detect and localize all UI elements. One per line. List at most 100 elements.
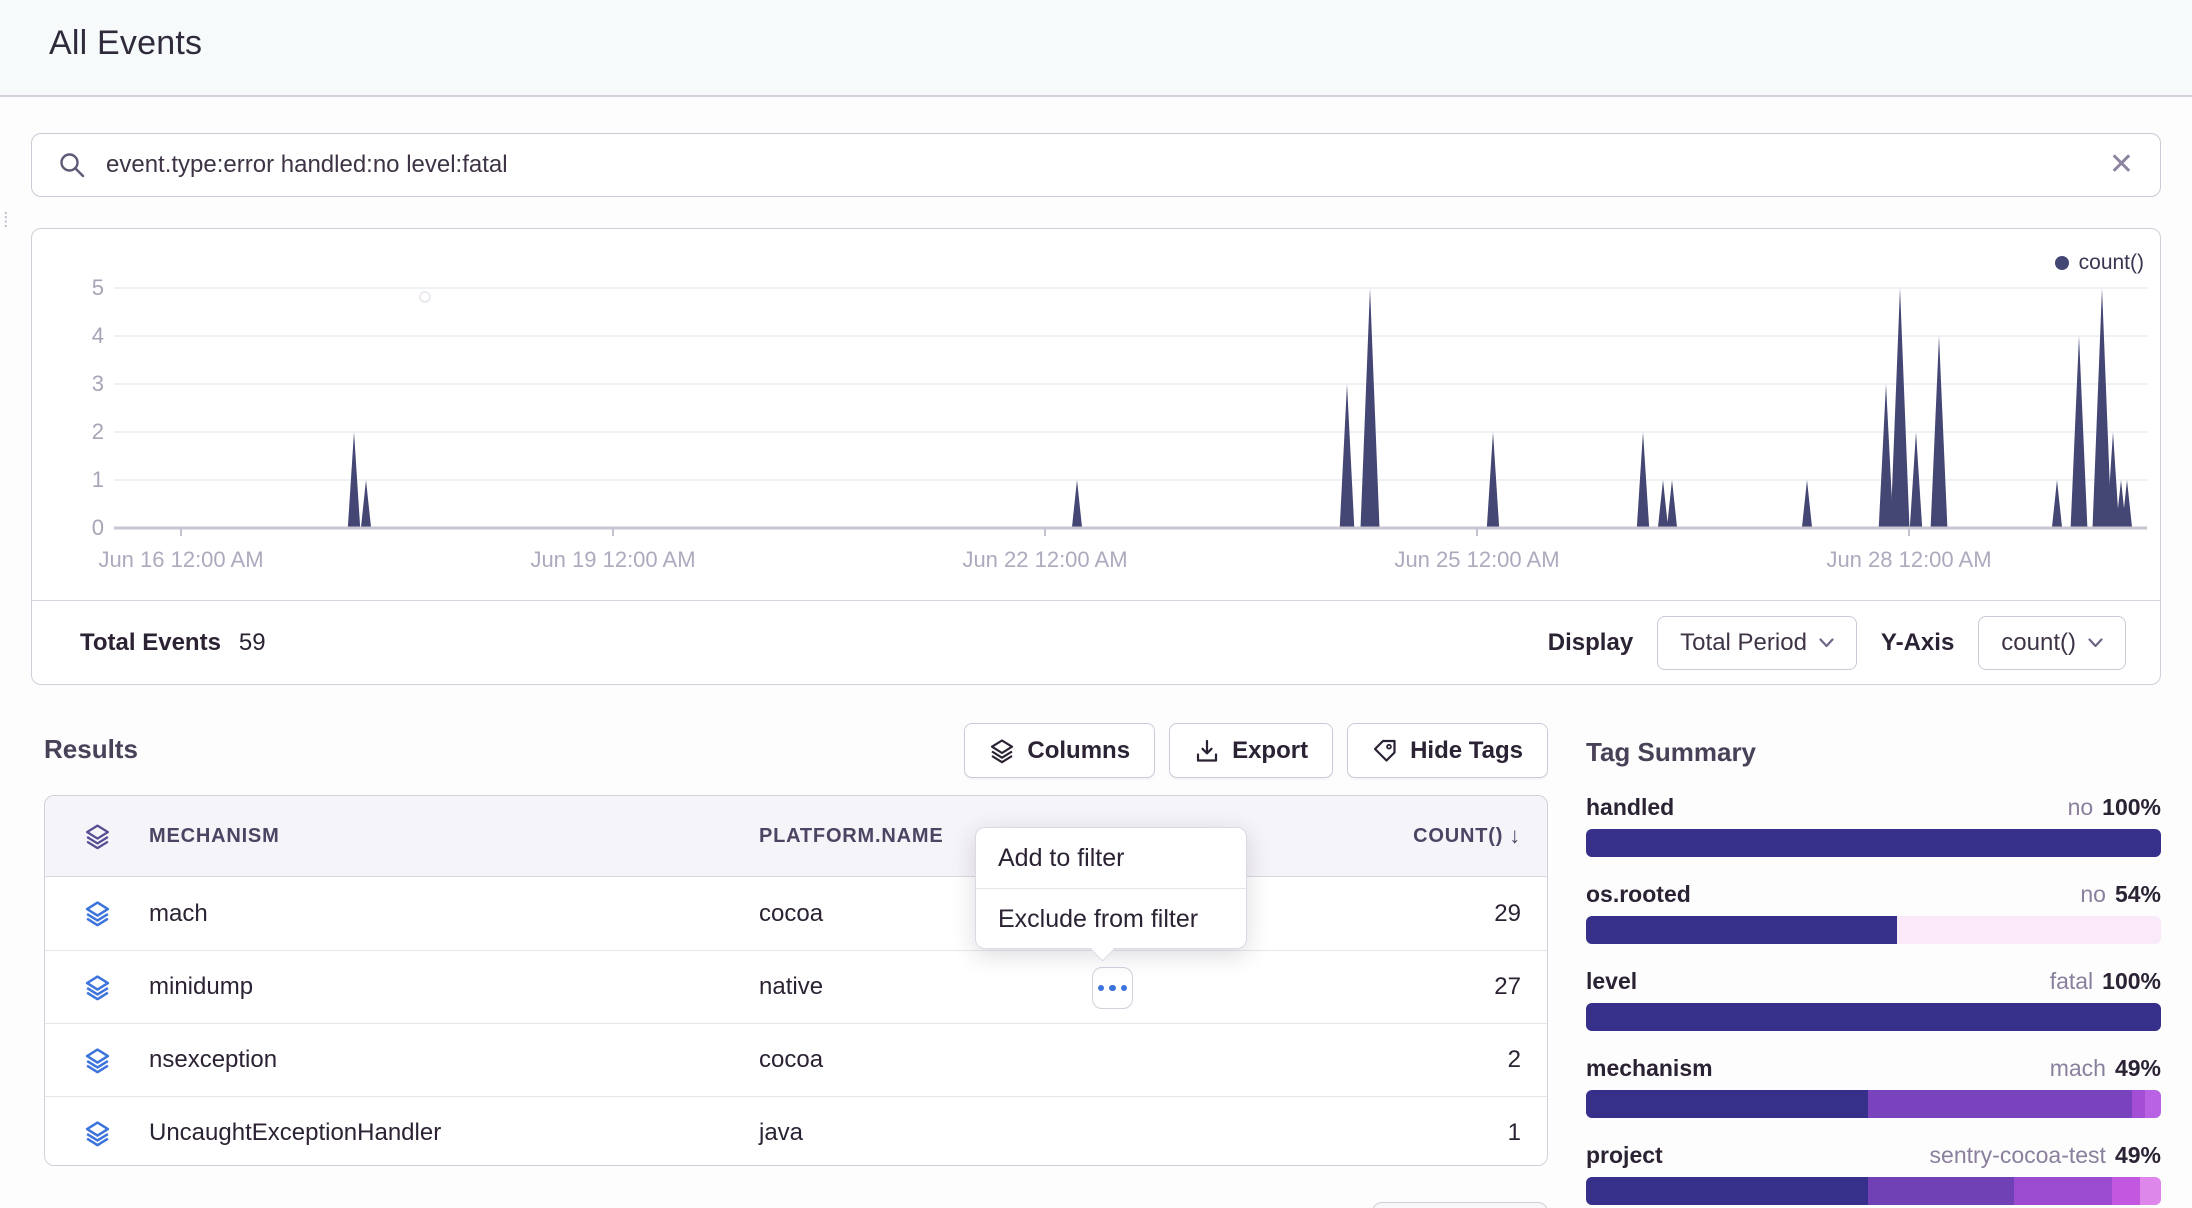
- tag-entry: project sentry-cocoa-test 49%: [1586, 1142, 2161, 1205]
- display-select[interactable]: Total Period: [1657, 616, 1857, 670]
- table-row: nsexception cocoa 2: [45, 1023, 1547, 1096]
- expand-stack-icon[interactable]: [84, 1047, 111, 1074]
- tag-entry: os.rooted no 54%: [1586, 881, 2161, 944]
- tag-bar-segment[interactable]: [1586, 1090, 1868, 1118]
- tag-top-value: no: [2068, 794, 2094, 821]
- chevron-down-icon: [2088, 638, 2103, 648]
- tag-name: handled: [1586, 794, 1674, 821]
- cell-count: 1: [1259, 1119, 1547, 1147]
- x-axis-label: Jun 25 12:00 AM: [1394, 547, 1559, 573]
- expand-stack-icon[interactable]: [84, 1120, 111, 1147]
- tag-percent: 54%: [2115, 881, 2161, 908]
- table-row: minidump native 27: [45, 950, 1547, 1023]
- tag-name: project: [1586, 1142, 1663, 1169]
- menu-item-exclude-from-filter[interactable]: Exclude from filter: [976, 889, 1246, 949]
- tag-top-value: mach: [2050, 1055, 2106, 1082]
- tag-bar-segment[interactable]: [2112, 1177, 2140, 1205]
- tag-distribution-bar[interactable]: [1586, 1177, 2161, 1205]
- clear-search-icon[interactable]: ✕: [2109, 150, 2134, 180]
- cell-actions-button[interactable]: [1092, 967, 1133, 1009]
- tag-bar-segment[interactable]: [1868, 1177, 2015, 1205]
- table-header-row: MECHANISM PLATFORM.NAME COUNT() ↓: [45, 796, 1547, 877]
- export-button[interactable]: Export: [1169, 723, 1333, 778]
- tag-distribution-bar[interactable]: [1586, 1090, 2161, 1118]
- chart-spike: [361, 480, 371, 528]
- tag-distribution-bar[interactable]: [1586, 829, 2161, 857]
- chart-spike: [2093, 288, 2112, 528]
- tag-bar-segment[interactable]: [2132, 1090, 2145, 1118]
- menu-item-add-to-filter[interactable]: Add to filter: [976, 828, 1246, 888]
- tag-name: mechanism: [1586, 1055, 1713, 1082]
- hide-tags-button[interactable]: Hide Tags: [1347, 723, 1548, 778]
- tag-distribution-bar[interactable]: [1586, 916, 2161, 944]
- chart-spike: [1891, 288, 1910, 528]
- tag-name: os.rooted: [1586, 881, 1691, 908]
- tag-bar-segment[interactable]: [1586, 829, 2161, 857]
- chart-spike: [2052, 480, 2062, 528]
- tag-bar-segment[interactable]: [2145, 1090, 2161, 1118]
- tag-bar-segment[interactable]: [1586, 916, 1897, 944]
- tag-top-value: sentry-cocoa-test: [1930, 1142, 2106, 1169]
- tag-bar-segment[interactable]: [1586, 1003, 2161, 1031]
- hide-tags-button-label: Hide Tags: [1410, 737, 1523, 765]
- cell-platform: java: [759, 1119, 1259, 1147]
- cell-count: 2: [1259, 1046, 1547, 1074]
- chart-spike: [1072, 480, 1082, 528]
- x-axis-label: Jun 16 12:00 AM: [98, 547, 263, 573]
- y-axis-label: Y-Axis: [1881, 629, 1954, 657]
- tag-percent: 49%: [2115, 1055, 2161, 1082]
- stack-column-icon: [84, 823, 111, 850]
- tag-bar-segment[interactable]: [1897, 916, 2162, 944]
- tag-distribution-bar[interactable]: [1586, 1003, 2161, 1031]
- x-axis-label: Jun 28 12:00 AM: [1826, 547, 1991, 573]
- y-axis-label: 0: [32, 516, 104, 540]
- chart-footer: Total Events 59 Display Total Period Y-A…: [32, 600, 2160, 684]
- drag-handle-icon: ⁞: [3, 210, 7, 233]
- display-selected-value: Total Period: [1680, 629, 1807, 657]
- tag-name: level: [1586, 968, 1637, 995]
- tag-percent: 100%: [2102, 794, 2161, 821]
- chart-spike: [1667, 480, 1677, 528]
- column-header-count[interactable]: COUNT() ↓: [1259, 823, 1547, 849]
- events-time-series-chart[interactable]: [114, 271, 2147, 543]
- ellipsis-icon: [1098, 985, 1105, 992]
- columns-button-label: Columns: [1027, 737, 1130, 765]
- cell-mechanism: minidump: [149, 973, 759, 1001]
- chart-spike: [1802, 480, 1812, 528]
- search-input[interactable]: event.type:error handled:no level:fatal …: [31, 133, 2161, 197]
- y-axis-label: 4: [32, 324, 104, 348]
- tag-bar-segment[interactable]: [1586, 1177, 1868, 1205]
- chart-x-axis: Jun 16 12:00 AMJun 19 12:00 AMJun 22 12:…: [114, 547, 2147, 577]
- chart-marker-dot: [420, 292, 430, 302]
- chart-y-axis: 012345: [32, 271, 104, 541]
- count-header-label: COUNT(): [1413, 825, 1503, 848]
- expand-stack-icon[interactable]: [84, 974, 111, 1001]
- search-icon: [58, 151, 86, 179]
- export-button-label: Export: [1232, 737, 1308, 765]
- pagination-button-partial[interactable]: [1372, 1202, 1548, 1208]
- tag-percent: 49%: [2115, 1142, 2161, 1169]
- tag-bar-segment[interactable]: [2140, 1177, 2161, 1205]
- cell-count: 27: [1259, 973, 1547, 1001]
- total-events-label: Total Events: [80, 629, 221, 657]
- stack-icon: [989, 738, 1015, 764]
- download-icon: [1194, 738, 1220, 764]
- expand-stack-icon[interactable]: [84, 900, 111, 927]
- cell-actions-menu: Add to filter Exclude from filter: [975, 827, 1247, 949]
- tag-entry: mechanism mach 49%: [1586, 1055, 2161, 1118]
- x-axis-label: Jun 19 12:00 AM: [530, 547, 695, 573]
- ellipsis-icon: [1121, 985, 1128, 992]
- search-query-text[interactable]: event.type:error handled:no level:fatal: [106, 151, 2109, 179]
- y-axis-select[interactable]: count(): [1978, 616, 2126, 670]
- y-axis-label: 5: [32, 276, 104, 300]
- columns-button[interactable]: Columns: [964, 723, 1155, 778]
- y-axis-selected-value: count(): [2001, 629, 2076, 657]
- tag-top-value: no: [2080, 881, 2106, 908]
- cell-mechanism: mach: [149, 900, 759, 928]
- y-axis-label: 3: [32, 372, 104, 396]
- tag-summary-heading: Tag Summary: [1586, 737, 2161, 768]
- tag-bar-segment[interactable]: [1868, 1090, 2133, 1118]
- column-header-mechanism[interactable]: MECHANISM: [149, 825, 759, 848]
- display-label: Display: [1548, 629, 1633, 657]
- tag-bar-segment[interactable]: [2014, 1177, 2112, 1205]
